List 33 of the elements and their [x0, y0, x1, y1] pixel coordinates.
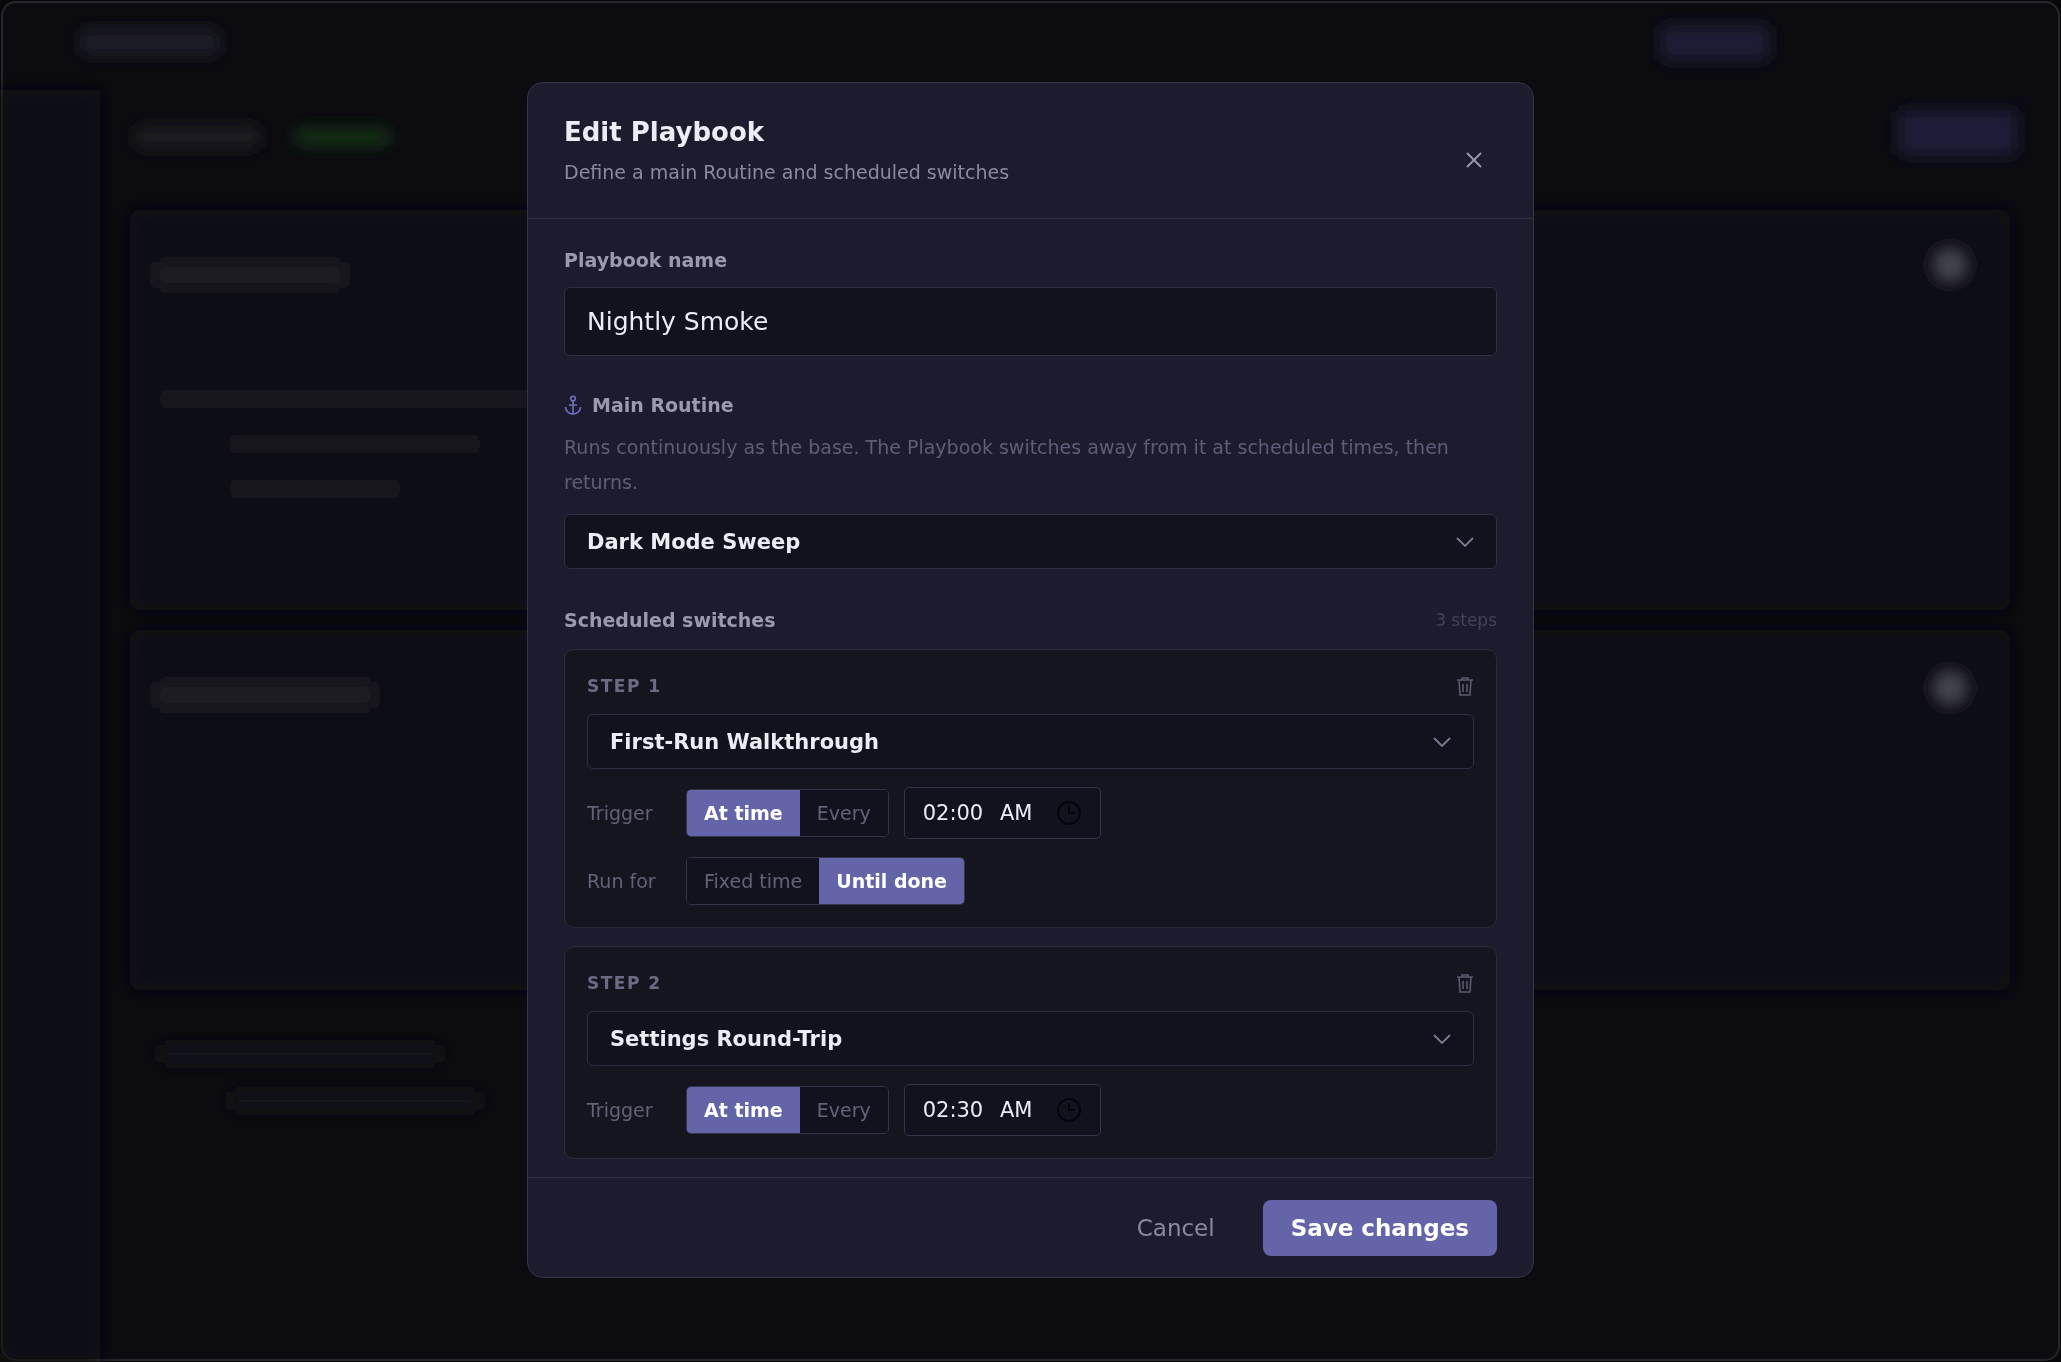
option-tab[interactable]: At time: [687, 790, 800, 836]
trash-icon: [1456, 676, 1474, 696]
option-tab[interactable]: At time: [687, 1087, 800, 1133]
delete-button[interactable]: [1456, 676, 1474, 696]
chevron-down-icon: [1433, 736, 1451, 747]
cancel-button[interactable]: Cancel: [1130, 1213, 1221, 1242]
clock-icon: [1056, 800, 1083, 826]
step-label: STEP 2: [587, 973, 662, 993]
routine-select[interactable]: First-Run Walkthrough: [587, 714, 1474, 769]
section-label: Main Routine: [592, 394, 734, 416]
close-icon: [1465, 151, 1483, 169]
trigger-label: Trigger: [587, 1099, 654, 1121]
chevron-down-icon: [1456, 536, 1474, 547]
option-tab[interactable]: Until done: [819, 858, 964, 904]
time-field[interactable]: 02:30 AM: [903, 1084, 1102, 1136]
trash-icon: [1456, 973, 1474, 993]
playbook-name-field[interactable]: Nightly Smoke: [564, 287, 1497, 356]
delete-button[interactable]: [1456, 973, 1474, 993]
clock-icon: [1056, 1097, 1083, 1123]
field-label: Playbook name: [564, 249, 729, 271]
save-button[interactable]: Save changes: [1262, 1199, 1497, 1256]
dialog-title: Edit Playbook: [564, 117, 766, 147]
trigger-label: Trigger: [587, 802, 654, 824]
description-text: Runs continuously as the base. The Playbook switches away from it at scheduled times, then returns.: [564, 435, 1450, 495]
section-label: Scheduled switches: [564, 609, 776, 631]
routine-select[interactable]: Settings Round-Trip: [587, 1011, 1474, 1066]
time-field[interactable]: 02:00 AM: [903, 787, 1102, 839]
dialog-subtitle: Define a main Routine and scheduled switches: [564, 161, 1010, 183]
routine-select[interactable]: Dark Mode Sweep: [564, 514, 1497, 569]
step-label: STEP 1: [587, 676, 662, 696]
chevron-down-icon: [1433, 1033, 1451, 1044]
run-for-label: Run for: [587, 870, 657, 892]
anchor-icon: [564, 395, 582, 415]
